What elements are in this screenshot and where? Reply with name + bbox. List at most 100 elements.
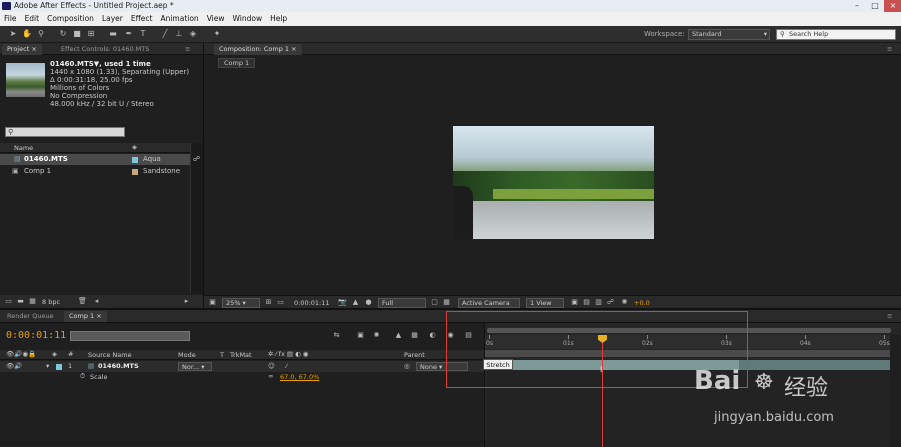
mask-icon[interactable]: ▭ xyxy=(276,298,285,307)
col-name[interactable]: Name xyxy=(14,144,33,152)
expand-triangle-icon[interactable]: ▾ xyxy=(46,362,49,370)
panel-menu-icon[interactable]: ≡ xyxy=(180,44,195,55)
flowchart-icon[interactable]: ☍ xyxy=(606,298,615,307)
panel-menu-icon[interactable]: ≡ xyxy=(882,44,897,55)
search-help-input[interactable]: ⚲ Search Help xyxy=(776,29,896,40)
panel-menu-icon[interactable]: ≡ xyxy=(882,311,897,322)
tab-effect-controls[interactable]: Effect Controls: 01460.MTS xyxy=(56,44,154,55)
comp-viewer-frame[interactable] xyxy=(453,126,654,239)
region-icon[interactable]: ▢ xyxy=(430,298,439,307)
interpret-footage-icon[interactable]: ▭ xyxy=(4,297,13,306)
grid-icon[interactable]: ⊞ xyxy=(264,298,273,307)
menu-edit[interactable]: Edit xyxy=(21,12,44,26)
layer-switches-icon[interactable]: ✲ ⁄ fx ▤ ◐ ◉ xyxy=(268,350,308,358)
project-item-comp[interactable]: ▣ Comp 1 Sandstone xyxy=(0,166,190,177)
col-t[interactable]: T xyxy=(220,351,224,359)
constrain-proportions-icon[interactable]: ∞ xyxy=(268,372,273,380)
col-parent[interactable]: Parent xyxy=(404,351,425,359)
scale-value[interactable]: 67.0, 67.0% xyxy=(280,373,319,381)
bpc-label[interactable]: 8 bpc xyxy=(42,298,60,306)
pen-tool-icon[interactable]: ✒ xyxy=(124,29,134,39)
comp-nav-tab[interactable]: Comp 1 xyxy=(218,58,256,68)
timeline-icon[interactable]: ▥ xyxy=(594,298,603,307)
transparency-icon[interactable]: ▦ xyxy=(442,298,451,307)
maximize-button[interactable]: □ xyxy=(866,0,884,12)
motion-blur-icon[interactable]: ◐ xyxy=(428,331,437,340)
scroll-left-icon[interactable]: ◂ xyxy=(92,297,101,306)
zoom-tool-icon[interactable]: ⚲ xyxy=(36,29,46,39)
frame-blend-icon[interactable]: ▦ xyxy=(410,331,419,340)
layer-name[interactable]: 01460.MTS xyxy=(98,362,139,370)
layer-row[interactable]: 👁🔊 ▾ 1 ▤ 01460.MTS Nor... ▾ ☺ ⁄ ◎ None ▾ xyxy=(0,361,484,372)
type-tool-icon[interactable]: T xyxy=(138,29,148,39)
fast-preview-icon[interactable]: ▤ xyxy=(582,298,591,307)
close-button[interactable]: × xyxy=(884,0,901,12)
menu-composition[interactable]: Composition xyxy=(43,12,98,26)
tab-project[interactable]: Project × xyxy=(2,44,42,55)
rotate-tool-icon[interactable]: ↻ xyxy=(58,29,68,39)
show-snapshot-icon[interactable]: ▲ xyxy=(351,298,360,307)
selection-tool-icon[interactable]: ➤ xyxy=(8,29,18,39)
draft-3d-icon[interactable]: ✺ xyxy=(372,331,381,340)
new-folder-icon[interactable]: ▬ xyxy=(16,297,25,306)
exposure-value[interactable]: +0.0 xyxy=(634,299,650,307)
shy-icon[interactable]: ☺ xyxy=(268,362,275,370)
timeline-search-input[interactable] xyxy=(70,331,190,341)
view-dropdown[interactable]: 1 View xyxy=(526,298,564,308)
channels-icon[interactable]: ● xyxy=(364,298,373,307)
current-timecode[interactable]: 0:00:01:11 xyxy=(6,330,66,341)
pickwhip-icon[interactable]: ◎ xyxy=(404,362,410,370)
magnification-icon[interactable]: ▣ xyxy=(208,298,217,307)
menu-window[interactable]: Window xyxy=(229,12,267,26)
label-swatch[interactable] xyxy=(132,157,138,163)
brush-tool-icon[interactable]: ╱ xyxy=(160,29,170,39)
rectangle-tool-icon[interactable]: ▬ xyxy=(108,29,118,39)
col-trkmat[interactable]: TrkMat xyxy=(230,351,252,359)
live-update-icon[interactable]: ▣ xyxy=(356,331,365,340)
hide-shy-icon[interactable]: ▲ xyxy=(394,331,403,340)
tab-render-queue[interactable]: Render Queue xyxy=(2,311,59,322)
toggle-pixel-icon[interactable]: ▣ xyxy=(570,298,579,307)
label-tag-icon[interactable]: ◈ xyxy=(132,143,137,151)
menu-effect[interactable]: Effect xyxy=(127,12,157,26)
project-item-footage[interactable]: ▤ 01460.MTS Aqua xyxy=(0,154,190,165)
pan-behind-tool-icon[interactable]: ⊞ xyxy=(86,29,96,39)
zoom-dropdown[interactable]: 25% ▾ xyxy=(222,298,260,308)
camera-dropdown[interactable]: Active Camera xyxy=(458,298,520,308)
menu-view[interactable]: View xyxy=(203,12,229,26)
quality-icon[interactable]: ⁄ xyxy=(286,362,287,370)
exposure-icon[interactable]: ✺ xyxy=(620,298,629,307)
new-comp-icon[interactable]: ▦ xyxy=(28,297,37,306)
hand-tool-icon[interactable]: ✋ xyxy=(22,29,32,39)
menu-file[interactable]: File xyxy=(0,12,21,26)
puppet-tool-icon[interactable]: ✦ xyxy=(212,29,222,39)
video-eye-icon[interactable]: 👁🔊 xyxy=(6,362,22,370)
hash-icon[interactable]: # xyxy=(68,350,73,358)
minimize-button[interactable]: – xyxy=(848,0,866,12)
av-switches-icon[interactable]: 👁🔊◉🔒 xyxy=(6,350,36,358)
snapshot-icon[interactable]: 📷 xyxy=(338,298,347,307)
camera-tool-icon[interactable]: ■ xyxy=(72,29,82,39)
clone-tool-icon[interactable]: ⊥ xyxy=(174,29,184,39)
menu-help[interactable]: Help xyxy=(266,12,291,26)
tab-comp-1[interactable]: Comp 1 × xyxy=(64,311,107,322)
stopwatch-icon[interactable]: ⏱ xyxy=(80,372,85,381)
col-source-name[interactable]: Source Name xyxy=(88,351,132,359)
blend-mode-dropdown[interactable]: Nor... ▾ xyxy=(178,362,212,371)
trash-icon[interactable]: 🗑 xyxy=(78,297,87,306)
scroll-right-icon[interactable]: ▸ xyxy=(182,297,191,306)
resolution-dropdown[interactable]: Full xyxy=(378,298,426,308)
workspace-dropdown[interactable]: Standard ▾ xyxy=(688,29,770,40)
layer-label-swatch[interactable] xyxy=(56,364,62,370)
col-mode[interactable]: Mode xyxy=(178,351,196,359)
eraser-tool-icon[interactable]: ◈ xyxy=(188,29,198,39)
label-swatch[interactable] xyxy=(132,169,138,175)
comp-timecode[interactable]: 0:00:01:11 xyxy=(294,299,330,307)
label-tag-icon[interactable]: ◈ xyxy=(52,350,57,358)
menu-layer[interactable]: Layer xyxy=(98,12,127,26)
tab-composition[interactable]: Composition: Comp 1 × xyxy=(214,44,302,55)
menu-animation[interactable]: Animation xyxy=(156,12,202,26)
flowchart-icon[interactable]: ☍ xyxy=(193,155,200,163)
comp-mini-flowchart-icon[interactable]: ⇆ xyxy=(332,331,341,340)
project-search-input[interactable]: ⚲ xyxy=(5,127,125,137)
